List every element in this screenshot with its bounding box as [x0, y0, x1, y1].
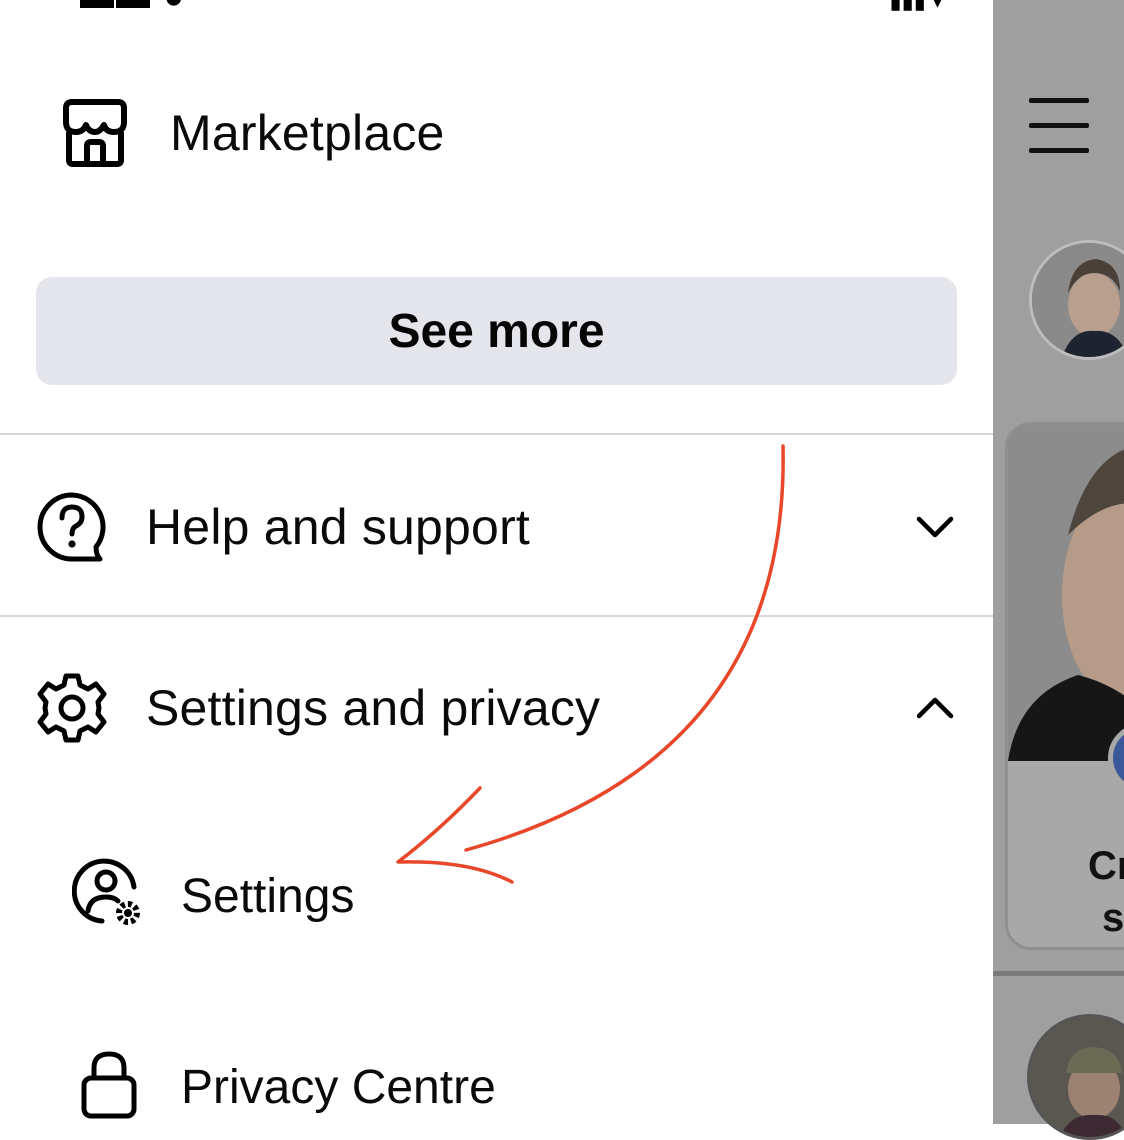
story-caption-line: Cr [1088, 844, 1124, 888]
menu-panel: ▬▬ ● ▮▮▮ ▾ Marketplace See more Help and… [0, 0, 993, 1124]
annotation-arrow [396, 444, 785, 884]
story-caption: Cr s [1088, 840, 1124, 944]
avatar-photo [1030, 1017, 1124, 1137]
story-photo [1008, 425, 1124, 761]
divider [993, 971, 1124, 976]
hamburger-menu-icon[interactable] [1029, 98, 1089, 154]
story-card[interactable]: Cr s [1005, 422, 1124, 950]
avatar-photo [1032, 243, 1124, 357]
story-caption-line: s [1102, 896, 1124, 940]
